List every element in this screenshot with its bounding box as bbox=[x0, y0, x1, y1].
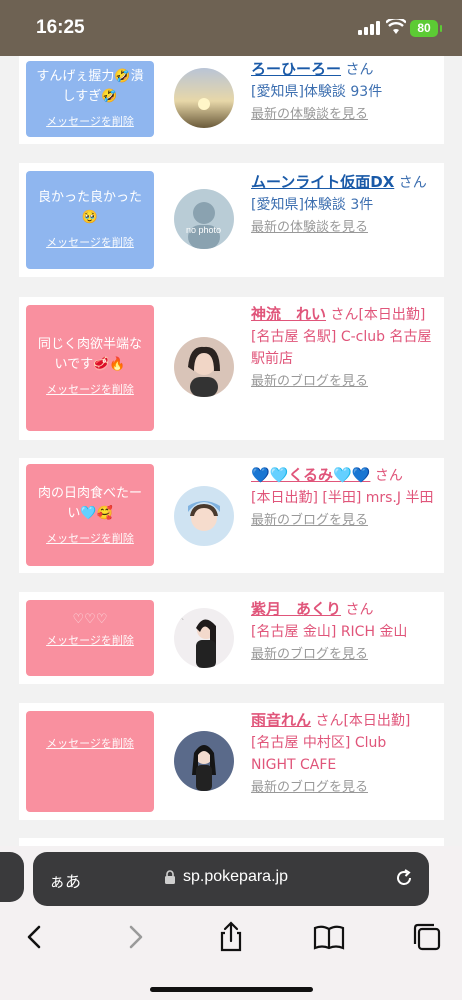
honorific: さん[本日出勤] bbox=[330, 307, 426, 323]
status-bar: 16:25 80 bbox=[0, 0, 462, 56]
delete-message-link[interactable]: メッセージを削除 bbox=[26, 113, 154, 129]
user-detail: [本日出勤] [半田] mrs.J 半田 bbox=[251, 490, 434, 506]
user-name-link[interactable]: 神流 れい bbox=[251, 305, 326, 323]
honorific: さん bbox=[345, 62, 374, 78]
user-name-link[interactable]: 紫月 あくり bbox=[251, 600, 341, 618]
honorific: さん bbox=[398, 175, 427, 191]
woman-avatar-image bbox=[174, 486, 234, 546]
user-info: ろーひーろー さん [愛知県]体験談 93件 最新の体験談を見る bbox=[251, 58, 435, 126]
lock-icon bbox=[165, 870, 175, 884]
message-text: 肉の日肉食べたーい🩵🥰 bbox=[37, 486, 142, 521]
sunset-avatar-image bbox=[174, 68, 234, 128]
latest-review-link[interactable]: 最新の体験談を見る bbox=[251, 220, 368, 235]
message-bubble: すんげぇ握力🤣潰しすぎ🤣 メッセージを削除 bbox=[26, 61, 154, 137]
list-item: ♡♡♡ メッセージを削除 R 紫月 あくり さん [名古屋 金山] RICH 金… bbox=[19, 592, 444, 684]
user-info: 雨音れん さん[本日出勤] [名古屋 中村区] Club NIGHT CAFE … bbox=[251, 709, 435, 799]
latest-blog-link[interactable]: 最新のブログを見る bbox=[251, 513, 368, 528]
woman-avatar-image bbox=[174, 731, 234, 791]
message-bubble: 肉の日肉食べたーい🩵🥰 メッセージを削除 bbox=[26, 464, 154, 566]
delete-message-link[interactable]: メッセージを削除 bbox=[26, 632, 154, 648]
delete-message-link[interactable]: メッセージを削除 bbox=[26, 234, 154, 250]
avatar[interactable] bbox=[174, 68, 234, 128]
latest-blog-link[interactable]: 最新のブログを見る bbox=[251, 374, 368, 389]
clock: 16:25 bbox=[36, 17, 85, 38]
woman-avatar-image: R bbox=[174, 608, 234, 668]
no-photo-avatar-image: no photo bbox=[174, 189, 234, 249]
user-info: 紫月 あくり さん [名古屋 金山] RICH 金山 最新のブログを見る bbox=[251, 598, 435, 666]
user-detail: [名古屋 中村区] Club NIGHT CAFE bbox=[251, 735, 387, 773]
avatar[interactable]: R bbox=[174, 608, 234, 668]
woman-avatar-image bbox=[174, 337, 234, 397]
forward-icon[interactable] bbox=[118, 920, 152, 954]
user-info: 神流 れい さん[本日出勤] [名古屋 名駅] C-club 名古屋駅前店 最新… bbox=[251, 303, 435, 393]
cellular-signal-icon bbox=[358, 21, 380, 35]
message-bubble: ♡♡♡ メッセージを削除 bbox=[26, 600, 154, 676]
latest-blog-link[interactable]: 最新のブログを見る bbox=[251, 647, 368, 662]
list-item: 肉の日肉食べたーい🩵🥰 メッセージを削除 💙🩵くるみ🩵💙 さん [本日出勤] [… bbox=[19, 458, 444, 573]
user-detail: [愛知県]体験談 93件 bbox=[251, 84, 383, 100]
delete-message-link[interactable]: メッセージを削除 bbox=[26, 381, 154, 397]
delete-message-link[interactable]: メッセージを削除 bbox=[26, 530, 154, 546]
honorific: さん[本日出勤] bbox=[315, 713, 411, 729]
latest-review-link[interactable]: 最新の体験談を見る bbox=[251, 107, 368, 122]
message-text bbox=[26, 711, 154, 735]
user-info: 💙🩵くるみ🩵💙 さん [本日出勤] [半田] mrs.J 半田 最新のブログを見… bbox=[251, 464, 435, 532]
previous-tab-peek[interactable] bbox=[0, 852, 24, 902]
user-name-link[interactable]: ろーひーろー bbox=[251, 60, 341, 78]
list-item: すんげぇ握力🤣潰しすぎ🤣 メッセージを削除 ろーひーろー さん [愛知県]体験談… bbox=[19, 56, 444, 144]
user-detail: [愛知県]体験談 3件 bbox=[251, 197, 374, 213]
message-text: すんげぇ握力🤣潰しすぎ🤣 bbox=[36, 69, 144, 104]
user-name-link[interactable]: 💙🩵くるみ🩵💙 bbox=[251, 466, 370, 484]
user-detail: [名古屋 金山] RICH 金山 bbox=[251, 624, 408, 640]
avatar[interactable] bbox=[174, 486, 234, 546]
user-name-link[interactable]: ムーンライト仮面DX bbox=[251, 173, 394, 191]
latest-blog-link[interactable]: 最新のブログを見る bbox=[251, 780, 368, 795]
url-text: sp.pokepara.jp bbox=[183, 868, 288, 885]
message-bubble: 同じく肉欲半端ないです🥩🔥 メッセージを削除 bbox=[26, 305, 154, 431]
avatar[interactable] bbox=[174, 337, 234, 397]
message-bubble: メッセージを削除 bbox=[26, 711, 154, 812]
wifi-icon bbox=[386, 19, 406, 34]
address-bar[interactable]: ぁあ sp.pokepara.jp bbox=[33, 852, 429, 906]
list-item: メッセージを削除 雨音れん さん[本日出勤] [名古屋 中村区] Club NI… bbox=[19, 703, 444, 820]
list-item: 良かった良かった🥹 メッセージを削除 no photo ムーンライト仮面DX さ… bbox=[19, 163, 444, 277]
message-text: 良かった良かった🥹 bbox=[37, 190, 142, 225]
message-feed[interactable]: すんげぇ握力🤣潰しすぎ🤣 メッセージを削除 ろーひーろー さん [愛知県]体験談… bbox=[0, 56, 462, 846]
message-bubble: 良かった良かった🥹 メッセージを削除 bbox=[26, 171, 154, 269]
message-text: 同じく肉欲半端ないです🥩🔥 bbox=[37, 337, 142, 372]
user-detail: [名古屋 名駅] C-club 名古屋駅前店 bbox=[251, 329, 432, 367]
share-icon[interactable] bbox=[214, 920, 248, 954]
user-name-link[interactable]: 雨音れん bbox=[251, 711, 311, 729]
browser-toolbar: ぁあ sp.pokepara.jp bbox=[0, 846, 462, 1000]
avatar[interactable] bbox=[174, 731, 234, 791]
honorific: さん bbox=[345, 602, 374, 618]
user-info: ムーンライト仮面DX さん [愛知県]体験談 3件 最新の体験談を見る bbox=[251, 171, 435, 239]
tabs-icon[interactable] bbox=[410, 920, 444, 954]
message-text: ♡♡♡ bbox=[72, 612, 108, 627]
list-item: 同じく肉欲半端ないです🥩🔥 メッセージを削除 神流 れい さん[本日出勤] [名… bbox=[19, 297, 444, 440]
svg-text:no photo: no photo bbox=[186, 225, 221, 235]
delete-message-link[interactable]: メッセージを削除 bbox=[26, 735, 154, 751]
reload-icon[interactable] bbox=[393, 867, 415, 889]
reader-options-button[interactable]: ぁあ bbox=[49, 868, 81, 892]
battery-icon: 80 bbox=[410, 20, 442, 37]
avatar[interactable]: no photo bbox=[174, 189, 234, 249]
home-indicator[interactable] bbox=[150, 987, 313, 992]
back-icon[interactable] bbox=[18, 920, 52, 954]
list-item-partial bbox=[19, 838, 444, 846]
honorific: さん bbox=[374, 468, 403, 484]
svg-text:R: R bbox=[178, 612, 184, 622]
bookmarks-icon[interactable] bbox=[312, 920, 346, 954]
